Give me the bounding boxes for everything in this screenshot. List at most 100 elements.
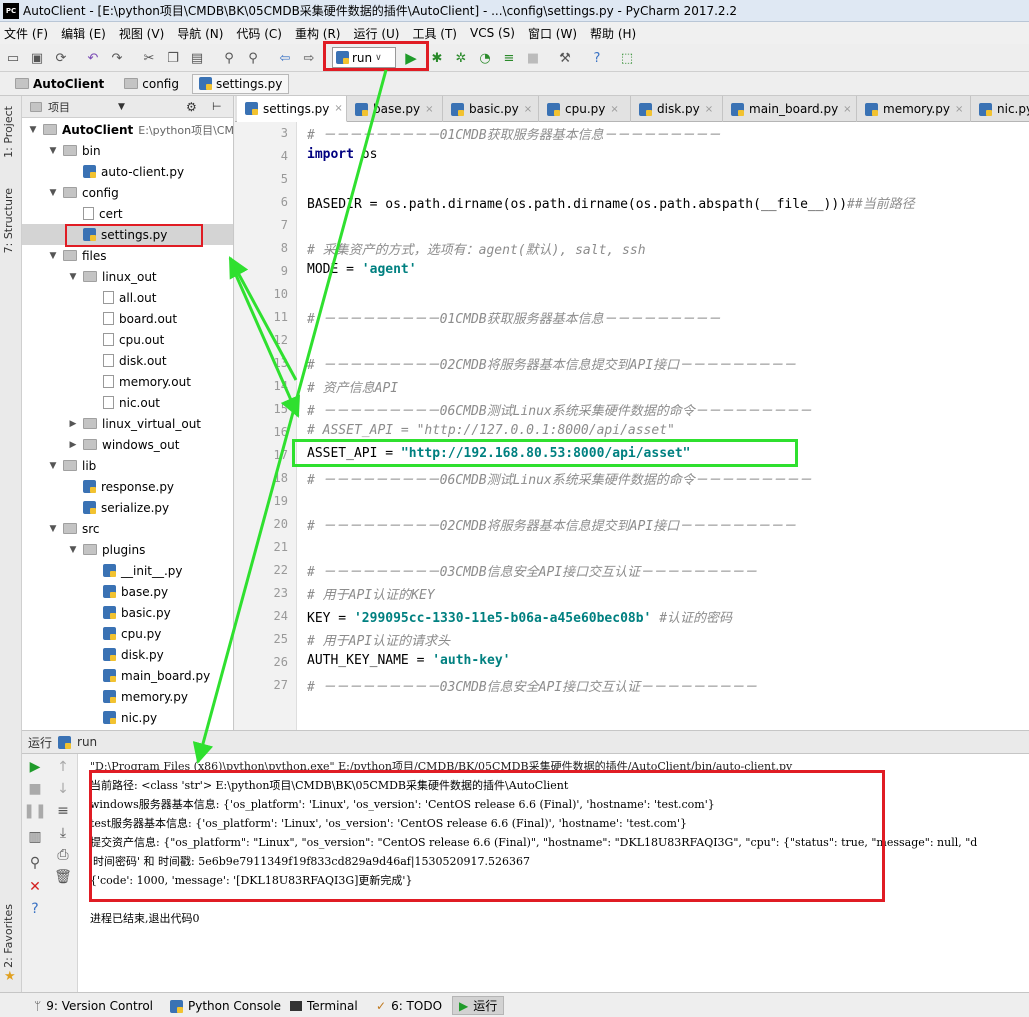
print-icon[interactable]: ⎙ bbox=[54, 846, 72, 864]
tab-disk-py[interactable]: disk.py × bbox=[631, 96, 723, 122]
tab-basic-py[interactable]: basic.py × bbox=[443, 96, 539, 122]
collapse-arrow-icon[interactable]: ▶ bbox=[68, 440, 78, 450]
structure-tool-tab[interactable]: 7: Structure bbox=[2, 188, 15, 253]
down-arrow-icon[interactable]: ↓ bbox=[54, 780, 72, 798]
paste-icon[interactable]: ▤ bbox=[188, 49, 206, 67]
code-line-15[interactable]: # －－－－－－－－－06CMDB测试Linux系统采集硬件数据的命令－－－－－… bbox=[307, 400, 812, 419]
menu-edit[interactable]: 编辑 (E) bbox=[61, 25, 106, 42]
breadcrumb-config[interactable]: config bbox=[117, 74, 186, 94]
find-icon[interactable]: ⚲ bbox=[220, 49, 238, 67]
help-icon[interactable]: ? bbox=[588, 49, 606, 67]
code-line-14[interactable]: # 资产信息API bbox=[307, 377, 398, 396]
expand-arrow-icon[interactable]: ▼ bbox=[48, 461, 58, 471]
close-icon[interactable]: × bbox=[705, 104, 713, 115]
menu-window[interactable]: 窗口 (W) bbox=[528, 25, 577, 42]
expand-arrow-icon[interactable]: ▼ bbox=[48, 524, 58, 534]
project-tool-tab[interactable]: 1: Project bbox=[2, 106, 15, 158]
tab-nic-py[interactable]: nic.py bbox=[971, 96, 1029, 122]
tree-item[interactable]: __init__.py bbox=[22, 560, 233, 581]
tree-item[interactable]: ▶ windows_out bbox=[22, 434, 233, 455]
chevron-down-icon[interactable]: ▼ bbox=[118, 102, 125, 112]
tree-item[interactable]: disk.py bbox=[22, 644, 233, 665]
close-icon[interactable]: × bbox=[843, 104, 851, 115]
code-line-23[interactable]: # 用于API认证的KEY bbox=[307, 584, 435, 603]
code-line-18[interactable]: # －－－－－－－－－06CMDB测试Linux系统采集硬件数据的命令－－－－－… bbox=[307, 469, 812, 488]
tree-item[interactable]: serialize.py bbox=[22, 497, 233, 518]
code-line-11[interactable]: # －－－－－－－－－01CMDB获取服务器基本信息－－－－－－－－－ bbox=[307, 308, 721, 327]
tree-item[interactable]: base.py bbox=[22, 581, 233, 602]
tree-item[interactable]: ▼ linux_out bbox=[22, 266, 233, 287]
layout-icon[interactable]: ▥ bbox=[26, 828, 44, 846]
tree-item[interactable]: board.out bbox=[22, 308, 233, 329]
tab-main-board-py[interactable]: main_board.py × bbox=[723, 96, 857, 122]
hide-panel-icon[interactable]: ⊢ bbox=[212, 100, 222, 113]
favorites-tool-tab[interactable]: 2: Favorites bbox=[2, 904, 15, 968]
back-icon[interactable]: ⇦ bbox=[276, 49, 294, 67]
pin-icon[interactable]: ⚲ bbox=[26, 854, 44, 872]
expand-arrow-icon[interactable]: ▼ bbox=[48, 188, 58, 198]
close-icon[interactable]: × bbox=[334, 103, 342, 114]
soft-wrap-icon[interactable]: ≡ bbox=[54, 802, 72, 820]
tree-item[interactable]: cpu.py bbox=[22, 623, 233, 644]
menu-code[interactable]: 代码 (C) bbox=[236, 25, 282, 42]
tab-memory-py[interactable]: memory.py × bbox=[857, 96, 971, 122]
code-line-26[interactable]: AUTH_KEY_NAME = 'auth-key' bbox=[307, 653, 511, 668]
gear-icon[interactable]: ⚙ bbox=[186, 100, 197, 114]
expand-arrow-icon[interactable]: ▼ bbox=[68, 272, 78, 282]
code-line-9[interactable]: MODE = 'agent' bbox=[307, 262, 417, 277]
save-icon[interactable]: ▣ bbox=[28, 49, 46, 67]
expand-arrow-icon[interactable]: ▼ bbox=[68, 545, 78, 555]
tree-item[interactable]: nic.py bbox=[22, 707, 233, 728]
tree-item[interactable]: ▼ bin bbox=[22, 140, 233, 161]
stop-icon[interactable]: ■ bbox=[26, 780, 44, 798]
tree-item[interactable]: ▼ plugins bbox=[22, 539, 233, 560]
plugin-icon[interactable]: ⬚ bbox=[618, 49, 636, 67]
code-line-24[interactable]: KEY = '299095cc-1330-11e5-b06a-a45e60bec… bbox=[307, 607, 732, 626]
copy-icon[interactable]: ❐ bbox=[164, 49, 182, 67]
tab-settings-py[interactable]: settings.py × bbox=[237, 96, 347, 122]
tree-item[interactable]: ▼ lib bbox=[22, 455, 233, 476]
open-folder-icon[interactable]: ▭ bbox=[4, 49, 22, 67]
menu-navigate[interactable]: 导航 (N) bbox=[177, 25, 223, 42]
run-tab[interactable]: ▶ 运行 bbox=[452, 996, 505, 1015]
rerun-icon[interactable]: ▶ bbox=[26, 758, 44, 776]
profile-icon[interactable]: ◔ bbox=[476, 49, 494, 67]
todo-tab[interactable]: ✓ 6: TODO bbox=[376, 999, 442, 1013]
tree-item[interactable]: memory.py bbox=[22, 686, 233, 707]
cut-icon[interactable]: ✂ bbox=[140, 49, 158, 67]
code-line-27[interactable]: # －－－－－－－－－03CMDB信息安全API接口交互认证－－－－－－－－－ bbox=[307, 676, 757, 695]
version-control-tab[interactable]: ᛘ 9: Version Control bbox=[34, 999, 153, 1013]
expand-arrow-icon[interactable]: ▼ bbox=[48, 251, 58, 261]
menu-help[interactable]: 帮助 (H) bbox=[590, 25, 636, 42]
menu-vcs[interactable]: VCS (S) bbox=[470, 26, 515, 40]
project-panel-title[interactable]: 项目 bbox=[48, 99, 70, 115]
tree-item[interactable]: disk.out bbox=[22, 350, 233, 371]
code-line-6[interactable]: BASEDIR = os.path.dirname(os.path.dirnam… bbox=[307, 193, 915, 212]
code-line-25[interactable]: # 用于API认证的请求头 bbox=[307, 630, 450, 649]
tree-item[interactable]: ▼ config bbox=[22, 182, 233, 203]
breadcrumb-settings[interactable]: settings.py bbox=[192, 73, 290, 94]
tree-item[interactable]: ▼ files bbox=[22, 245, 233, 266]
menu-run[interactable]: 运行 (U) bbox=[354, 25, 400, 42]
code-line-20[interactable]: # －－－－－－－－－02CMDB将服务器基本信息提交到API接口－－－－－－－… bbox=[307, 515, 796, 534]
expand-arrow-icon[interactable]: ▼ bbox=[48, 146, 58, 156]
python-console-tab[interactable]: Python Console bbox=[170, 999, 281, 1013]
tree-item[interactable]: memory.out bbox=[22, 371, 233, 392]
collapse-arrow-icon[interactable]: ▶ bbox=[68, 419, 78, 429]
close-icon[interactable]: ✕ bbox=[26, 878, 44, 896]
terminal-tab[interactable]: Terminal bbox=[290, 999, 358, 1013]
pause-icon[interactable]: ❚❚ bbox=[23, 802, 46, 820]
tree-item[interactable]: basic.py bbox=[22, 602, 233, 623]
tree-item[interactable]: nic.out bbox=[22, 392, 233, 413]
tree-item[interactable]: main_board.py bbox=[22, 665, 233, 686]
tab-cpu-py[interactable]: cpu.py × bbox=[539, 96, 631, 122]
code-line-3[interactable]: # －－－－－－－－－01CMDB获取服务器基本信息－－－－－－－－－ bbox=[307, 124, 721, 143]
redo-icon[interactable]: ↷ bbox=[108, 49, 126, 67]
scroll-to-end-icon[interactable]: ⤓ bbox=[54, 824, 72, 842]
menu-file[interactable]: 文件 (F) bbox=[4, 25, 48, 42]
code-line-13[interactable]: # －－－－－－－－－02CMDB将服务器基本信息提交到API接口－－－－－－－… bbox=[307, 354, 796, 373]
tab-base-py[interactable]: base.py × bbox=[347, 96, 443, 122]
tree-item[interactable]: cpu.out bbox=[22, 329, 233, 350]
trash-icon[interactable]: 🗑 bbox=[54, 868, 72, 886]
tree-item[interactable]: ▼ AutoClient E:\python项目\CM bbox=[22, 119, 233, 140]
